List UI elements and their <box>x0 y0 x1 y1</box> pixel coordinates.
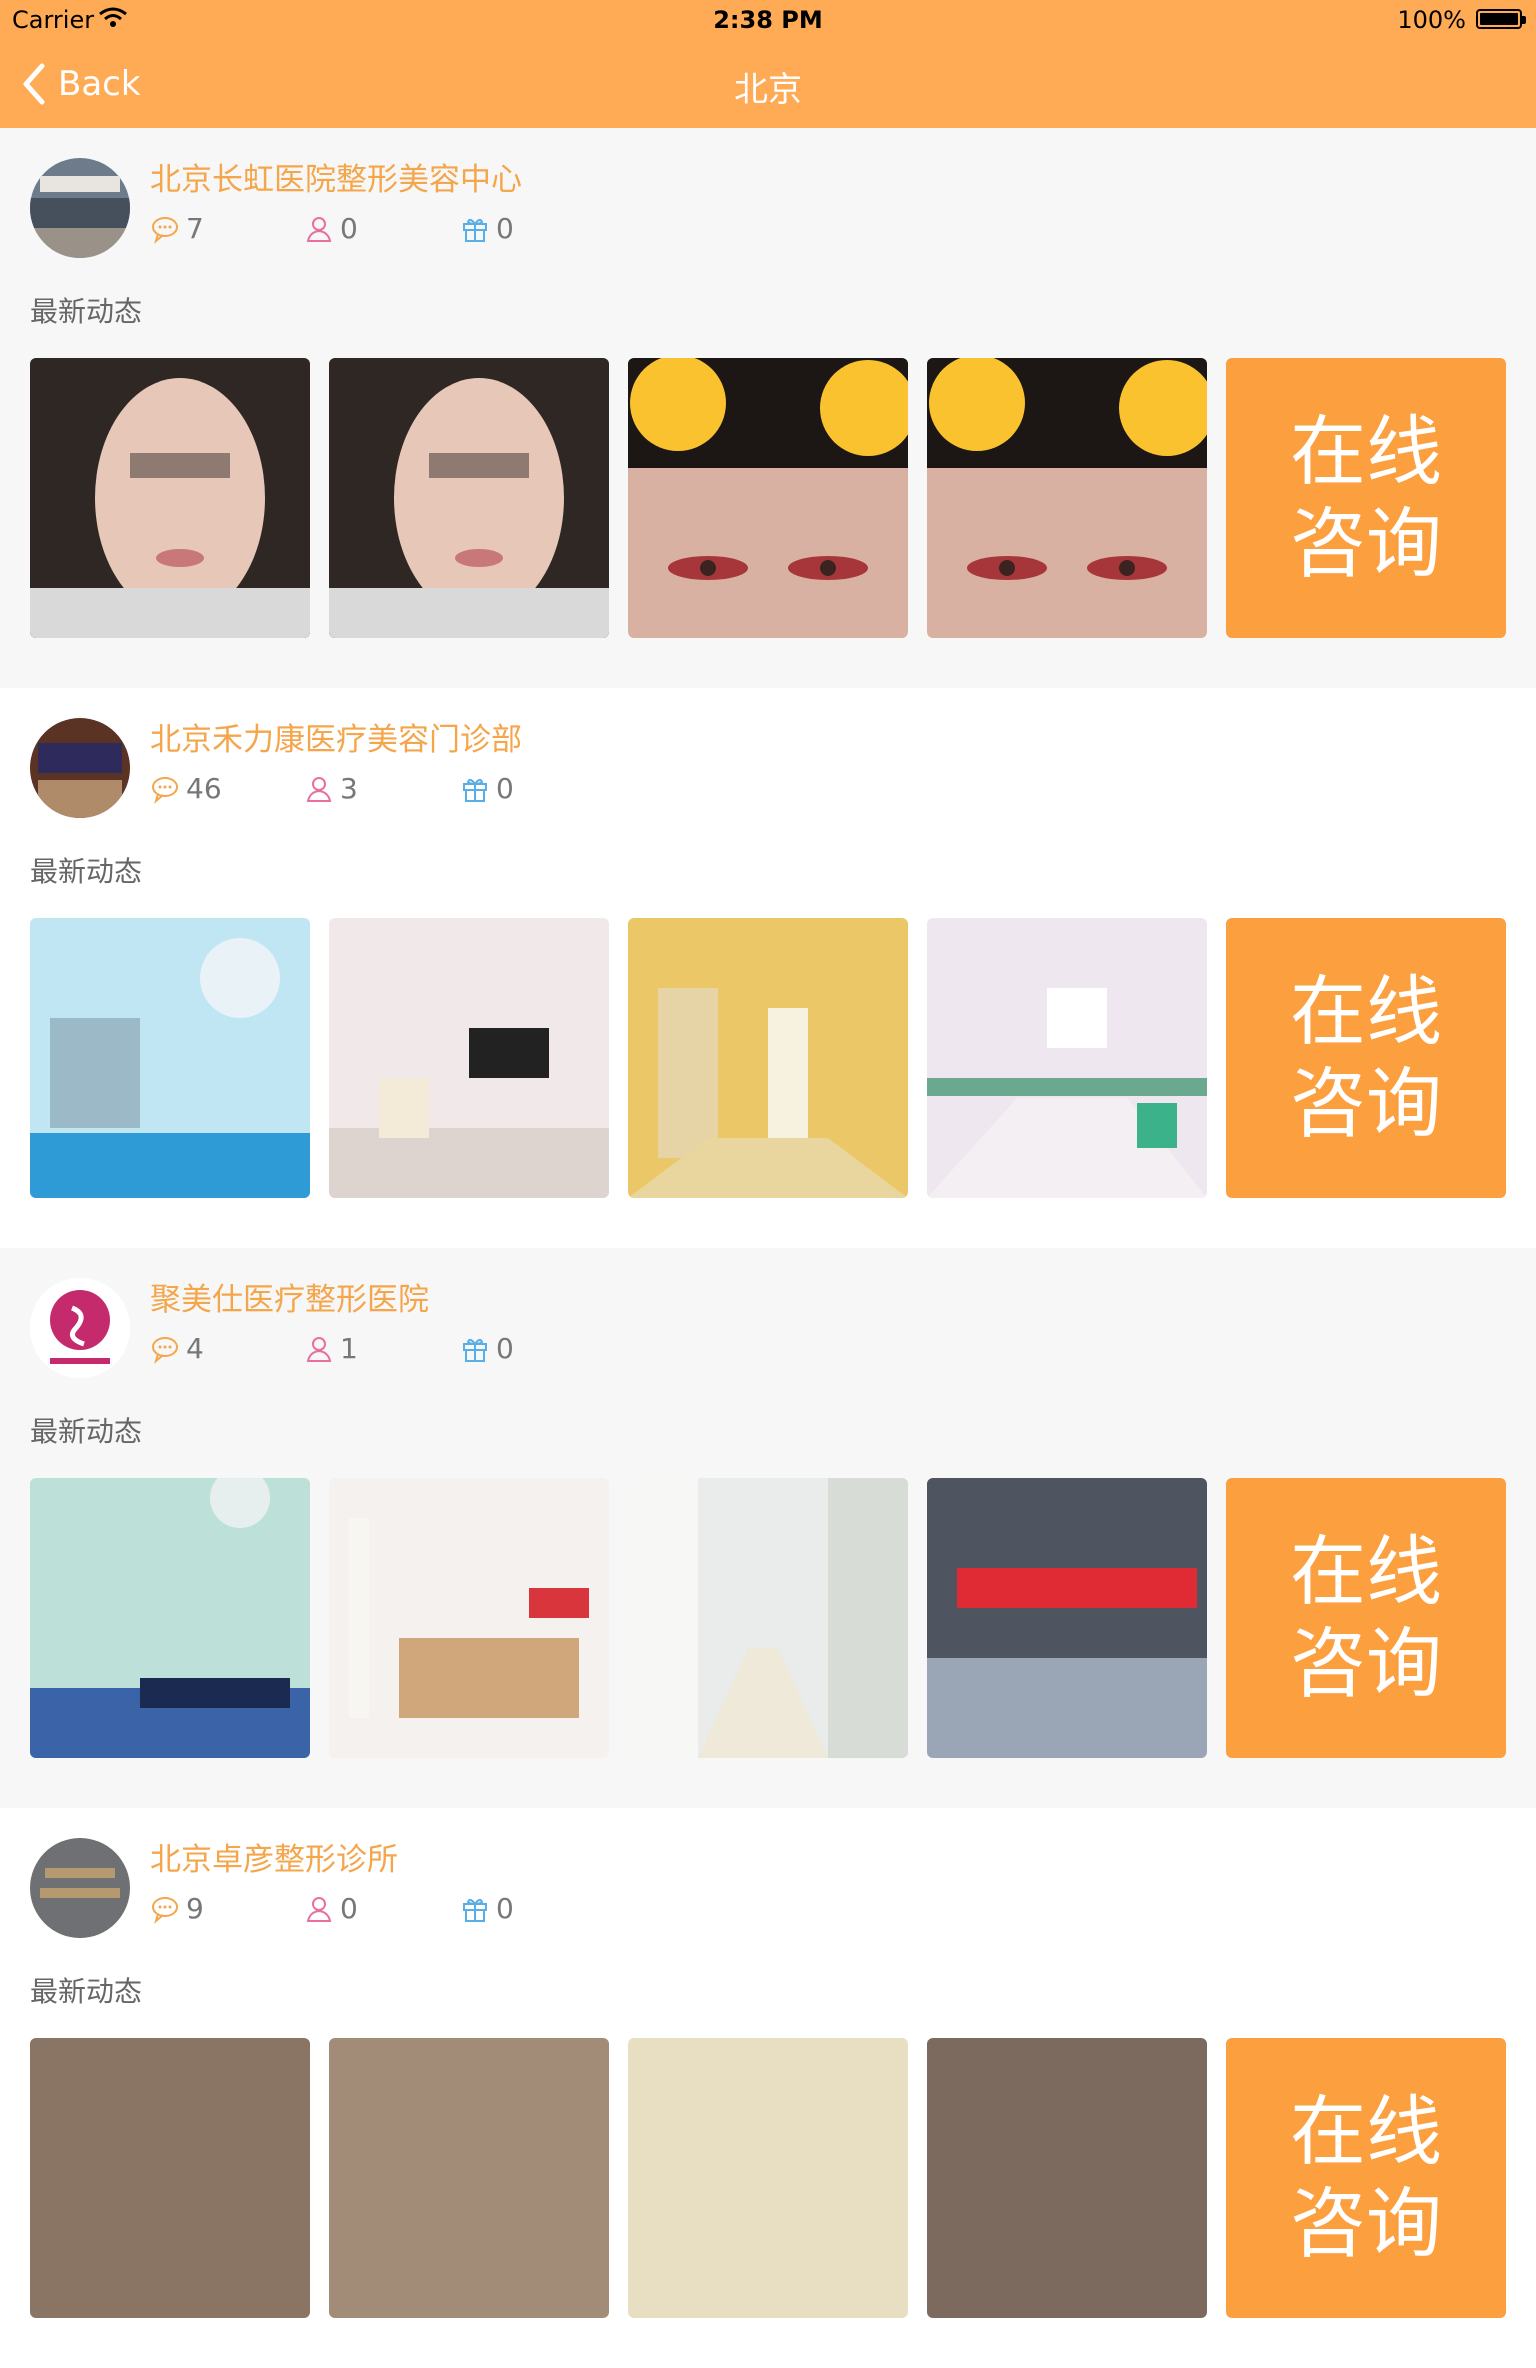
photo[interactable] <box>329 2038 609 2318</box>
gift-icon <box>463 1338 487 1362</box>
eyes-photo[interactable] <box>927 358 1207 638</box>
online-consult-button[interactable]: 在线 咨询 <box>1226 1478 1506 1758</box>
comment-count: 9 <box>150 1892 204 1925</box>
gift-count: 0 <box>460 212 514 245</box>
comment-icon <box>152 216 178 244</box>
page-title: 北京 <box>734 70 802 110</box>
stats-row: 46 3 0 <box>150 772 750 812</box>
avatar <box>30 1838 130 1938</box>
hospital-card[interactable]: 北京长虹医院整形美容中心 7 0 0 最新动态 在线 咨询 <box>0 128 1536 688</box>
section-label: 最新动态 <box>30 855 143 888</box>
photo[interactable] <box>30 2038 310 2318</box>
comment-count: 7 <box>150 212 204 245</box>
online-consult-button[interactable]: 在线 咨询 <box>1226 2038 1506 2318</box>
online-consult-button[interactable]: 在线 咨询 <box>1226 358 1506 638</box>
gift-icon <box>463 778 487 802</box>
operating-room-photo[interactable] <box>30 918 310 1198</box>
stats-row: 7 0 0 <box>150 212 750 252</box>
gift-count: 0 <box>460 1332 514 1365</box>
hallway-photo[interactable] <box>628 918 908 1198</box>
photo-strip: 在线 咨询 <box>30 358 1506 638</box>
building-exterior-photo[interactable] <box>927 1478 1207 1758</box>
hospital-name[interactable]: 北京卓彦整形诊所 <box>150 1834 398 1879</box>
hospital-card[interactable]: 北京卓彦整形诊所 9 0 0 最新动态 在线 咨询 <box>0 1808 1536 2368</box>
stats-row: 9 0 0 <box>150 1892 750 1932</box>
battery-icon <box>1476 9 1526 29</box>
photo[interactable] <box>628 2038 908 2318</box>
comment-count: 4 <box>150 1332 204 1365</box>
face-photo[interactable] <box>30 358 310 638</box>
photo-strip: 在线 咨询 <box>30 2038 1506 2318</box>
photo-strip: 在线 咨询 <box>30 918 1506 1198</box>
comment-count: 46 <box>150 772 222 805</box>
follower-count: 3 <box>304 772 358 805</box>
hospital-name[interactable]: 北京长虹医院整形美容中心 <box>150 154 522 199</box>
reception-photo[interactable] <box>329 1478 609 1758</box>
user-icon <box>306 776 332 802</box>
hospital-name[interactable]: 聚美仕医疗整形医院 <box>150 1274 429 1319</box>
photo[interactable] <box>927 2038 1207 2318</box>
gift-icon <box>463 1898 487 1922</box>
section-label: 最新动态 <box>30 295 143 328</box>
comment-icon <box>152 1896 178 1924</box>
photo-strip: 在线 咨询 <box>30 1478 1506 1758</box>
nav-bar: Back 北京 <box>0 40 1536 128</box>
corridor-photo[interactable] <box>927 918 1207 1198</box>
waiting-room-photo[interactable] <box>329 918 609 1198</box>
hospital-card[interactable]: 北京禾力康医疗美容门诊部 46 3 0 最新动态 在线 咨询 <box>0 688 1536 1248</box>
gift-count: 0 <box>460 1892 514 1925</box>
avatar <box>30 158 130 258</box>
follower-count: 0 <box>304 212 358 245</box>
avatar <box>30 718 130 818</box>
online-consult-button[interactable]: 在线 咨询 <box>1226 918 1506 1198</box>
comment-icon <box>152 1336 178 1364</box>
user-icon <box>306 1336 332 1362</box>
stats-row: 4 1 0 <box>150 1332 750 1372</box>
gift-count: 0 <box>460 772 514 805</box>
follower-count: 1 <box>304 1332 358 1365</box>
section-label: 最新动态 <box>30 1975 143 2008</box>
avatar <box>30 1278 130 1378</box>
eyes-photo[interactable] <box>628 358 908 638</box>
clock: 2:38 PM <box>713 6 823 34</box>
user-icon <box>306 1896 332 1922</box>
top-bar: Carrier 2:38 PM 100% Back 北京 <box>0 0 1536 129</box>
hospital-card[interactable]: 聚美仕医疗整形医院 4 1 0 最新动态 在线 咨询 <box>0 1248 1536 1808</box>
gift-icon <box>463 218 487 242</box>
status-bar: Carrier 2:38 PM 100% <box>0 0 1536 40</box>
hospital-name[interactable]: 北京禾力康医疗美容门诊部 <box>150 714 522 759</box>
comment-icon <box>152 776 178 804</box>
face-photo[interactable] <box>329 358 609 638</box>
white-corridor-photo[interactable] <box>628 1478 908 1758</box>
battery-percent: 100% <box>1397 6 1466 34</box>
follower-count: 0 <box>304 1892 358 1925</box>
treatment-room-photo[interactable] <box>30 1478 310 1758</box>
section-label: 最新动态 <box>30 1415 143 1448</box>
user-icon <box>306 216 332 242</box>
